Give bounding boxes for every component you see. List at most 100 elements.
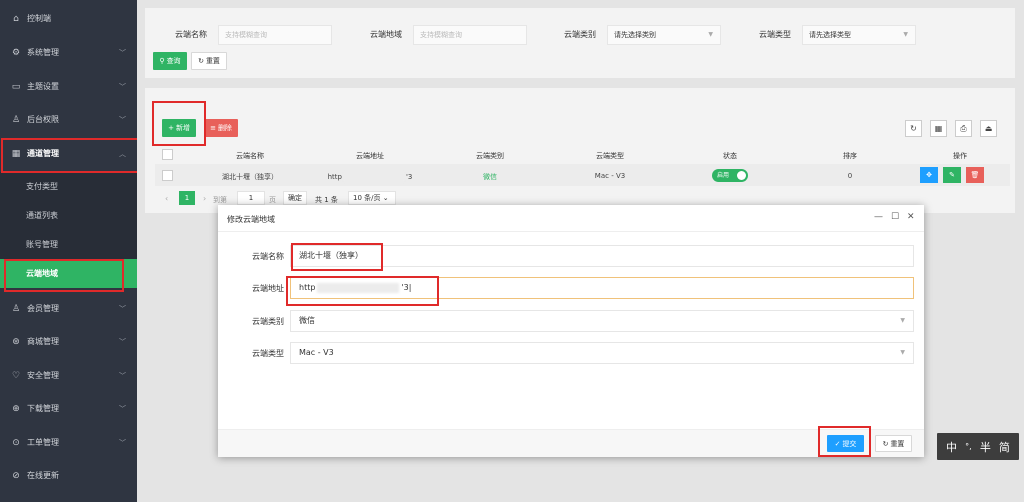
- form-type-select[interactable]: Mac - V3 ▼: [290, 342, 914, 364]
- search-type-label: 云端类型: [759, 30, 791, 39]
- query-button[interactable]: ⚲ 查询: [153, 52, 187, 70]
- total-count: 共 1 条: [315, 196, 338, 204]
- download-icon: ⊕: [12, 403, 20, 414]
- search-addr-input[interactable]: 支持模糊查询: [413, 25, 527, 45]
- chevron-down-icon: ﹀: [119, 371, 126, 380]
- submenu-item-channel-list[interactable]: 通道列表: [0, 201, 137, 230]
- cell-category: 微信: [483, 173, 497, 181]
- monitor-icon: ▭: [11, 81, 21, 92]
- col-header-category: 云端类别: [476, 152, 504, 160]
- submit-button[interactable]: ✓ 提交: [827, 435, 864, 452]
- cell-type: Mac - V3: [594, 172, 626, 180]
- sidebar-item-permissions[interactable]: ♙ 后台权限 ﹀: [0, 103, 137, 136]
- text-cursor: |: [408, 283, 412, 292]
- select-all-checkbox[interactable]: [162, 149, 173, 160]
- status-toggle[interactable]: 启用: [712, 169, 748, 182]
- col-header-sort: 排序: [843, 152, 857, 160]
- maximize-icon[interactable]: ☐: [891, 212, 899, 222]
- sidebar-item-system[interactable]: ⚙ 系统管理 ﹀: [0, 36, 137, 69]
- form-category-select[interactable]: 微信 ▼: [290, 310, 914, 332]
- next-page-icon[interactable]: ›: [203, 194, 206, 203]
- export-button[interactable]: ⏏: [980, 120, 997, 137]
- table-panel: + 新增 ≡ 删除 ↻ ▦ ⎙ ⏏ 云端名称 云端地址 云端类别 云端类型 状态 排…: [145, 88, 1015, 213]
- search-name-label: 云端名称: [175, 30, 207, 39]
- add-button[interactable]: + 新增: [162, 119, 196, 137]
- chevron-down-icon: ⌄: [380, 194, 389, 202]
- sidebar-item-members[interactable]: ♙ 会员管理 ﹀: [0, 292, 137, 325]
- sidebar-item-online-update[interactable]: ⊘ 在线更新: [0, 459, 137, 492]
- ime-mode-toggle[interactable]: 中: [946, 439, 957, 455]
- col-header-actions: 操作: [953, 152, 967, 160]
- info-icon: ⊙: [12, 437, 20, 448]
- sidebar-item-label: 安全管理: [27, 371, 59, 380]
- submenu-item-pay-types[interactable]: 支付类型: [0, 172, 137, 201]
- row-checkbox[interactable]: [162, 170, 173, 181]
- sidebar-item-label: 系统管理: [27, 48, 59, 57]
- dialog-footer: ✓ 提交 ↻ 重置: [218, 429, 924, 457]
- columns-button[interactable]: ▦: [930, 120, 947, 137]
- sidebar-item-security[interactable]: ♡ 安全管理 ﹀: [0, 359, 137, 392]
- ime-punct-toggle[interactable]: °,: [965, 442, 972, 451]
- delete-button[interactable]: ≡ 删除: [204, 119, 238, 137]
- form-name-input[interactable]: 湖北十堰（独享）: [290, 245, 914, 267]
- submenu-item-label: 通道列表: [26, 211, 58, 220]
- search-icon: ⚲: [159, 57, 165, 65]
- close-icon[interactable]: ✕: [907, 212, 915, 222]
- refresh-table-button[interactable]: ↻: [905, 120, 922, 137]
- chevron-down-icon: ﹀: [119, 438, 126, 447]
- chevron-up-icon: ︿: [119, 149, 126, 158]
- sidebar-item-tickets[interactable]: ⊙ 工单管理 ﹀: [0, 426, 137, 459]
- search-type-select[interactable]: 请先选择类型 ▼: [802, 25, 916, 45]
- submenu-item-cloud-region[interactable]: 云端地域: [0, 259, 137, 288]
- print-button[interactable]: ⎙: [955, 120, 972, 137]
- sidebar-item-label: 工单管理: [27, 438, 59, 447]
- check-icon: ✓: [834, 439, 841, 448]
- caret-down-icon: ▼: [900, 317, 905, 324]
- print-icon: ⎙: [960, 123, 967, 133]
- dialog-title: 修改云端地域: [227, 215, 275, 224]
- row-delete-button[interactable]: 🗑: [966, 167, 984, 183]
- pencil-icon: ✎: [949, 171, 955, 179]
- form-addr-input[interactable]: http '3|: [290, 277, 914, 299]
- prev-page-icon[interactable]: ‹: [165, 194, 168, 203]
- page-number-current[interactable]: 1: [179, 191, 195, 205]
- ime-width-toggle[interactable]: 半: [980, 439, 991, 455]
- reset-button[interactable]: ↻ 重置: [191, 52, 227, 70]
- col-header-addr: 云端地址: [356, 152, 384, 160]
- sidebar: ⌂ 控制端 ⚙ 系统管理 ﹀ ▭ 主题设置 ﹀ ♙ 后台权限 ﹀ ▦ 通道管理 …: [0, 0, 137, 502]
- export-icon: ⏏: [984, 124, 993, 133]
- goto-confirm-button[interactable]: 确定: [283, 191, 307, 205]
- edit-button[interactable]: ✎: [943, 167, 961, 183]
- select-value: 请先选择类型: [809, 31, 851, 39]
- caret-down-icon: ▼: [900, 349, 905, 356]
- move-button[interactable]: ✥: [920, 167, 938, 183]
- status-toggle-label: 启用: [717, 172, 730, 179]
- form-name-label: 云端名称: [252, 252, 284, 261]
- shop-icon: ⊛: [12, 336, 20, 347]
- chevron-down-icon: ﹀: [119, 404, 126, 413]
- sidebar-item-theme[interactable]: ▭ 主题设置 ﹀: [0, 70, 137, 103]
- col-header-type: 云端类型: [596, 152, 624, 160]
- sidebar-item-console[interactable]: ⌂ 控制端: [0, 2, 137, 35]
- search-name-input[interactable]: 支持模糊查询: [218, 25, 332, 45]
- goto-page-input[interactable]: 1: [237, 191, 265, 205]
- toggle-knob: [737, 171, 746, 180]
- sidebar-item-channels[interactable]: ▦ 通道管理 ︿: [0, 137, 137, 170]
- sidebar-item-label: 主题设置: [27, 82, 59, 91]
- minimize-icon[interactable]: —: [874, 212, 883, 222]
- ime-script-toggle[interactable]: 简: [999, 439, 1010, 455]
- page-size-select[interactable]: 10 条/页 ⌄: [348, 191, 396, 205]
- goto-label: 到第: [213, 196, 227, 204]
- sidebar-item-downloads[interactable]: ⊕ 下载管理 ﹀: [0, 392, 137, 425]
- search-category-select[interactable]: 请先选择类别 ▼: [607, 25, 721, 45]
- sidebar-item-mall[interactable]: ⊛ 商城管理 ﹀: [0, 325, 137, 358]
- submenu-item-accounts[interactable]: 账号管理: [0, 230, 137, 259]
- grid-icon: ▦: [11, 148, 21, 159]
- dialog-header: 修改云端地域 — ☐ ✕: [218, 205, 924, 232]
- search-panel: 云端名称 支持模糊查询 云端地域 支持模糊查询 云端类别 请先选择类别 ▼ 云端…: [145, 8, 1015, 78]
- page-size-value: 10 条/页: [353, 194, 381, 202]
- user-icon: ♙: [11, 303, 21, 314]
- ime-toolbar[interactable]: 中 °, 半 简: [937, 433, 1019, 460]
- select-value: Mac - V3: [299, 348, 334, 357]
- dialog-reset-button[interactable]: ↻ 重置: [875, 435, 912, 452]
